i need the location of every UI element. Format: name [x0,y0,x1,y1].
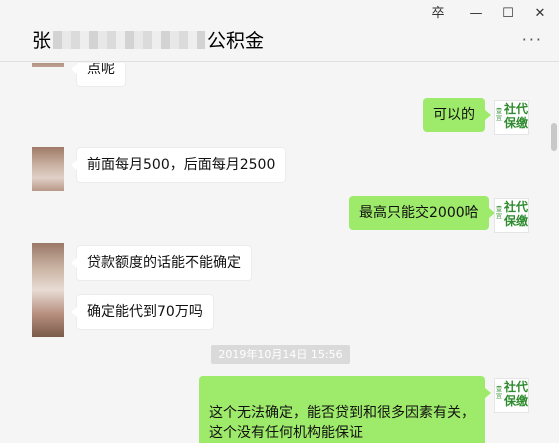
close-button[interactable]: ✕ [530,5,550,23]
my-avatar[interactable]: 壹宜 社代保缴 [494,100,529,135]
message-bubble-outgoing: 最高只能交2000哈 [349,196,495,230]
message-bubble-outgoing: 可以的 [423,98,491,132]
message-text: 最高只能交2000哈 [359,205,479,221]
avatar-small-text: 壹宜 [496,108,503,122]
pin-button[interactable]: 卒 [428,5,448,23]
avatar-small-text: 壹宜 [496,206,503,220]
more-options-button[interactable]: ··· [522,30,543,49]
message-bubble-incoming: 确定能代到70万吗 [71,294,214,330]
maximize-button[interactable]: ☐ [498,5,518,23]
chat-title: 张 公积金 [32,26,264,53]
message-text: 确定能代到70万吗 [87,304,203,320]
chat-title-suffix: 公积金 [207,30,265,52]
message-bubble-incoming: 点呢 [71,63,126,87]
message-text: 前面每月500，后面每月2500 [87,157,276,173]
my-avatar[interactable]: 壹宜 社代保缴 [494,378,529,413]
chat-title-prefix: 张 [32,30,52,52]
chat-header: 张 公积金 卒 — ☐ ✕ ··· [0,0,559,62]
scrollbar-thumb[interactable] [551,123,557,151]
message-list[interactable]: 点呢 可以的 壹宜 社代保缴 前面每月500，后面每月2500 最高只能交200… [0,63,559,443]
avatar-big-text: 社代保缴 [504,200,529,228]
contact-avatar[interactable] [32,243,64,337]
contact-avatar[interactable] [32,63,64,67]
message-text: 点呢 [87,63,115,77]
minimize-button[interactable]: — [466,5,486,23]
my-avatar[interactable]: 壹宜 社代保缴 [494,198,529,233]
message-text: 贷款额度的话能不能确定 [87,255,241,271]
avatar-big-text: 社代保缴 [504,380,529,408]
message-timestamp: 2019年10月14日 15:56 [211,345,350,364]
redacted-name [53,30,206,49]
contact-avatar[interactable] [32,147,64,191]
message-bubble-incoming: 前面每月500，后面每月2500 [70,147,287,183]
avatar-big-text: 社代保缴 [504,102,529,130]
message-text: 这个无法确定，能否贷到和很多因素有关， 这个没有任何机构能保证 [209,405,475,441]
message-bubble-outgoing: 这个无法确定，能否贷到和很多因素有关， 这个没有任何机构能保证 [199,376,491,443]
message-bubble-incoming: 贷款额度的话能不能确定 [71,245,252,281]
message-text: 可以的 [433,107,475,123]
avatar-small-text: 壹宜 [496,386,503,400]
